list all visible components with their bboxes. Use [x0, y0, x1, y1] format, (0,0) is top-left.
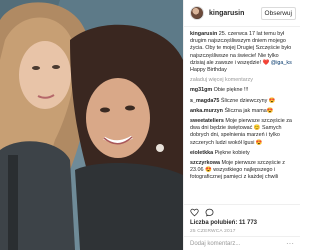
- load-more-comments[interactable]: załaduj więcej komentarzy: [190, 77, 294, 84]
- comment: anka.murzyn Śliczna jak mama😍: [190, 108, 294, 115]
- follow-button[interactable]: Obserwuj: [260, 6, 296, 20]
- post-sidebar: kingarusin Obserwuj kingarusin 25. czerw…: [183, 0, 300, 250]
- comment: eioletkka Piękne kobiety: [190, 150, 294, 157]
- caption-mention[interactable]: @iga_ks: [271, 60, 292, 66]
- add-comment-bar: Dodaj komentarz... ···: [184, 236, 300, 250]
- caption: kingarusin 25. czerwca 17 lat temu był d…: [190, 31, 294, 74]
- comment-user[interactable]: sweetateliers: [190, 118, 224, 124]
- username[interactable]: kingarusin: [209, 10, 261, 17]
- comment-user[interactable]: anka.murzyn: [190, 108, 223, 114]
- caption-user[interactable]: kingarusin: [190, 31, 217, 37]
- comment-text: Obie piękne !!!: [213, 87, 249, 94]
- post-photo[interactable]: [0, 0, 183, 250]
- add-comment-input[interactable]: Dodaj komentarz...: [190, 241, 240, 247]
- post-actions: [184, 204, 300, 219]
- comment: s_magda75 Śliczne dziewczyny 😍: [190, 98, 294, 105]
- likes-count[interactable]: Liczba polubień: 11 773: [184, 219, 300, 228]
- avatar[interactable]: [190, 6, 204, 20]
- heart-icon[interactable]: [190, 208, 199, 217]
- comment: szczyrkowa Moje pierwsze szczęście z 23.…: [190, 160, 294, 182]
- comment-text: Śliczna jak mama😍: [224, 107, 274, 114]
- comments-list: kingarusin 25. czerwca 17 lat temu był d…: [184, 27, 300, 204]
- post-header: kingarusin Obserwuj: [184, 0, 300, 27]
- comment-icon[interactable]: [205, 208, 214, 217]
- comment: sweetateliers Moje pierwsze szczęście za…: [190, 118, 294, 147]
- comment-text: Śliczne dziewczyny 😍: [220, 97, 276, 104]
- comment-user[interactable]: mg31gm: [190, 87, 212, 93]
- post-date: 25 CZERWCA 2017: [190, 229, 236, 234]
- comment: mg31gm Obie piękne !!!: [190, 87, 294, 94]
- heart-emoji: ❤️: [262, 59, 270, 66]
- comment-text: Piękne kobiety: [214, 149, 250, 156]
- comment-user[interactable]: szczyrkowa: [190, 160, 220, 166]
- comment-user[interactable]: eioletkka: [190, 150, 213, 156]
- comment-user[interactable]: s_magda75: [190, 98, 219, 104]
- ellipsis-icon[interactable]: ···: [286, 239, 294, 248]
- caption-closing: Happy Birthday: [190, 67, 227, 74]
- instagram-post: kingarusin Obserwuj kingarusin 25. czerw…: [0, 0, 300, 250]
